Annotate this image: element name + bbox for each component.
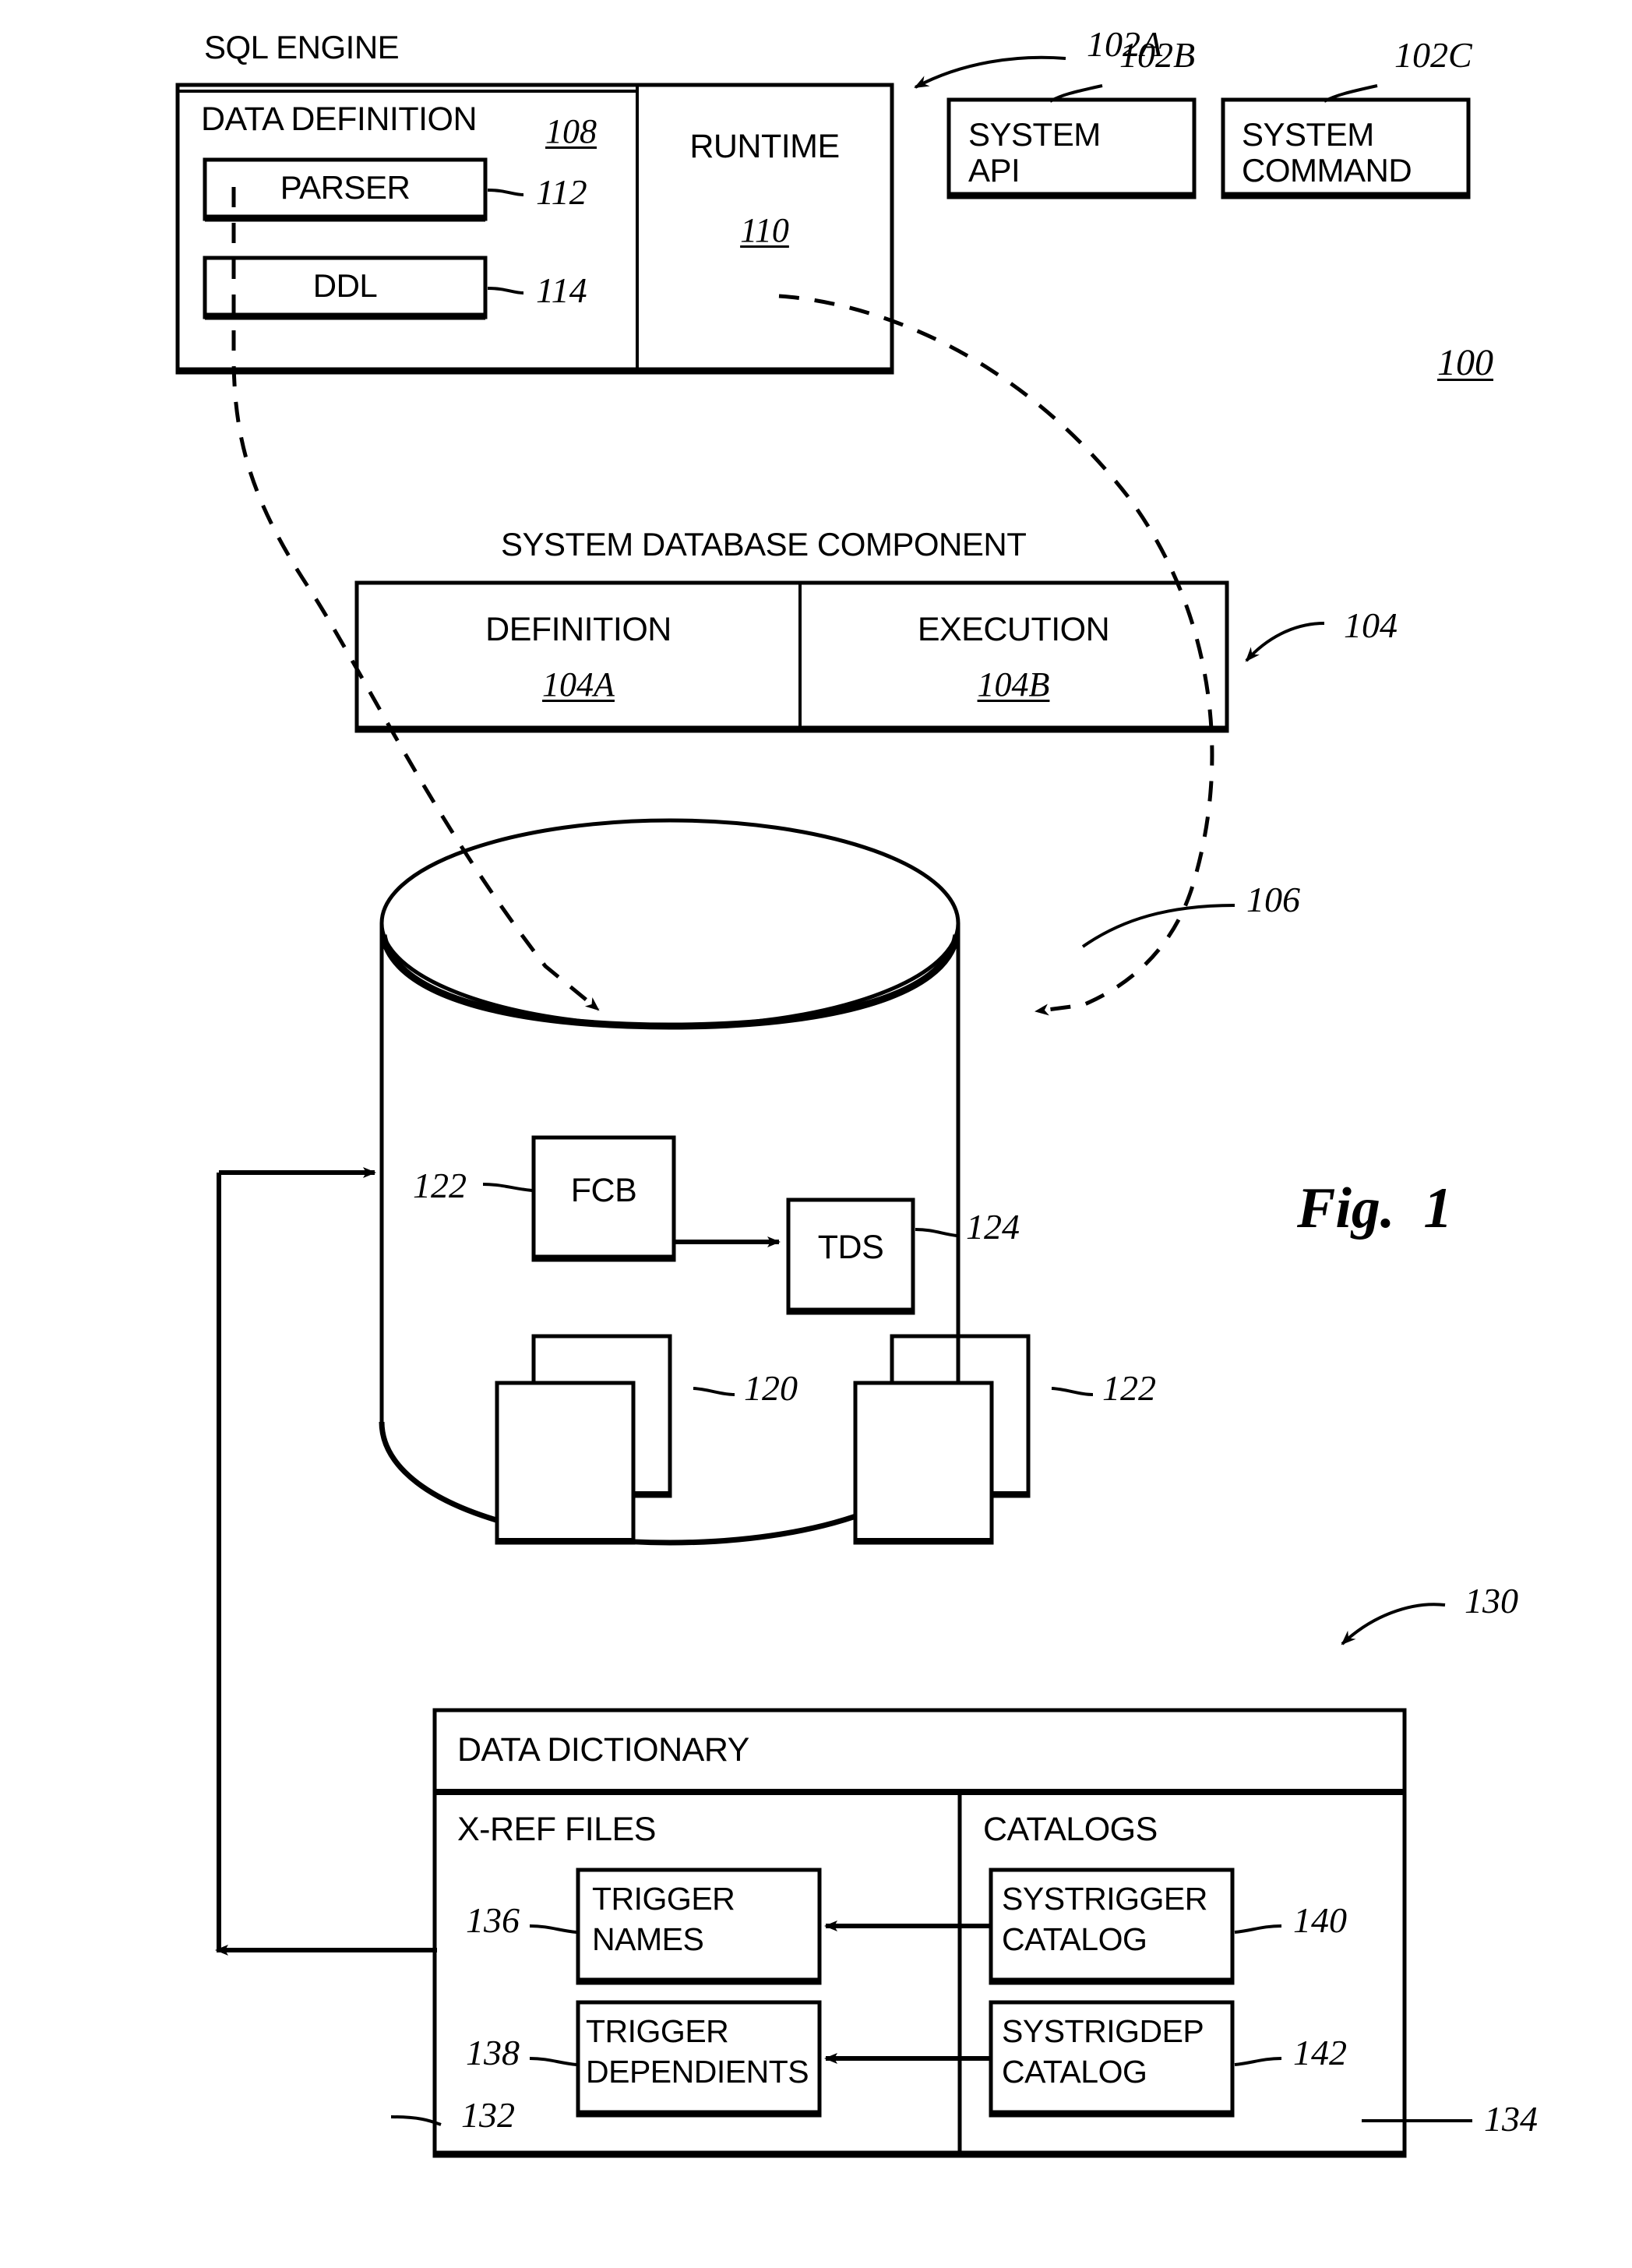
figure-caption: Fig. 1 — [1297, 1176, 1453, 1240]
trigger-names-line1: TRIGGER — [592, 1881, 735, 1917]
systrigger-catalog-line2: CATALOG — [1002, 1921, 1147, 1957]
ref-110: 110 — [740, 211, 789, 249]
ref-124: 124 — [966, 1207, 1020, 1247]
object-stack-left — [495, 1334, 672, 1545]
fcb-label: FCB — [570, 1172, 637, 1209]
sdc-execution-label: EXECUTION — [917, 611, 1110, 648]
ref-134: 134 — [1484, 2099, 1538, 2139]
ref-136: 136 — [466, 1900, 520, 1940]
systrigger-catalog-line1: SYSTRIGGER — [1002, 1881, 1207, 1917]
parser-label: PARSER — [280, 169, 411, 206]
ref-138: 138 — [466, 2033, 520, 2072]
system-database-component-title: SYSTEM DATABASE COMPONENT — [501, 526, 1027, 563]
ref-104a: 104A — [542, 665, 615, 704]
ref-102b: 102B — [1119, 35, 1196, 75]
ref-100: 100 — [1437, 342, 1493, 383]
sdc-definition-label: DEFINITION — [485, 611, 671, 648]
systrigdep-catalog-line1: SYSTRIGDEP — [1002, 2013, 1204, 2049]
ref-106: 106 — [1246, 880, 1300, 919]
sql-engine-title: SQL ENGINE — [204, 29, 400, 65]
patent-figure: SQL ENGINE 102A DATA DEFINITION 108 PARS… — [0, 0, 1632, 2268]
ref-142: 142 — [1293, 2033, 1347, 2072]
trigger-names-line2: NAMES — [592, 1921, 704, 1957]
trigger-dependents-line1: TRIGGER — [586, 2013, 729, 2049]
data-definition-title: DATA DEFINITION — [201, 101, 478, 138]
catalogs-title: CATALOGS — [983, 1811, 1158, 1848]
data-dictionary-box — [432, 1708, 1407, 2158]
ref-104b: 104B — [977, 665, 1050, 704]
ref-114: 114 — [536, 270, 587, 310]
runtime-label: RUNTIME — [689, 128, 840, 165]
system-api-line2: API — [968, 152, 1020, 189]
ref-130: 130 — [1465, 1581, 1518, 1621]
object-stack-right — [853, 1334, 1031, 1545]
tds-label: TDS — [817, 1229, 884, 1266]
systrigdep-catalog-line2: CATALOG — [1002, 2054, 1147, 2090]
system-api-line1: SYSTEM — [968, 116, 1101, 153]
diagram-vector-layer — [175, 55, 1472, 2158]
xref-files-title: X-REF FILES — [457, 1811, 656, 1848]
trigger-dependents-line2: DEPENDIENTS — [586, 2054, 809, 2090]
dashed-flow-definition — [231, 187, 600, 1011]
dashed-flow-execution — [778, 294, 1214, 1016]
ref-108: 108 — [545, 112, 597, 150]
ref-122-fcb: 122 — [413, 1166, 467, 1205]
ddl-label: DDL — [312, 267, 378, 304]
ref-104: 104 — [1344, 605, 1398, 645]
data-dictionary-title: DATA DICTIONARY — [457, 1731, 749, 1769]
ref-112: 112 — [536, 172, 587, 212]
ref-140: 140 — [1293, 1900, 1347, 1940]
system-database-component-box — [354, 580, 1229, 733]
ref-102c: 102C — [1394, 35, 1472, 75]
ref-120: 120 — [744, 1368, 798, 1408]
system-command-line1: SYSTEM — [1242, 116, 1374, 153]
ref-122-stack: 122 — [1102, 1368, 1156, 1408]
ref-132: 132 — [461, 2095, 515, 2135]
system-command-line2: COMMAND — [1242, 152, 1412, 189]
